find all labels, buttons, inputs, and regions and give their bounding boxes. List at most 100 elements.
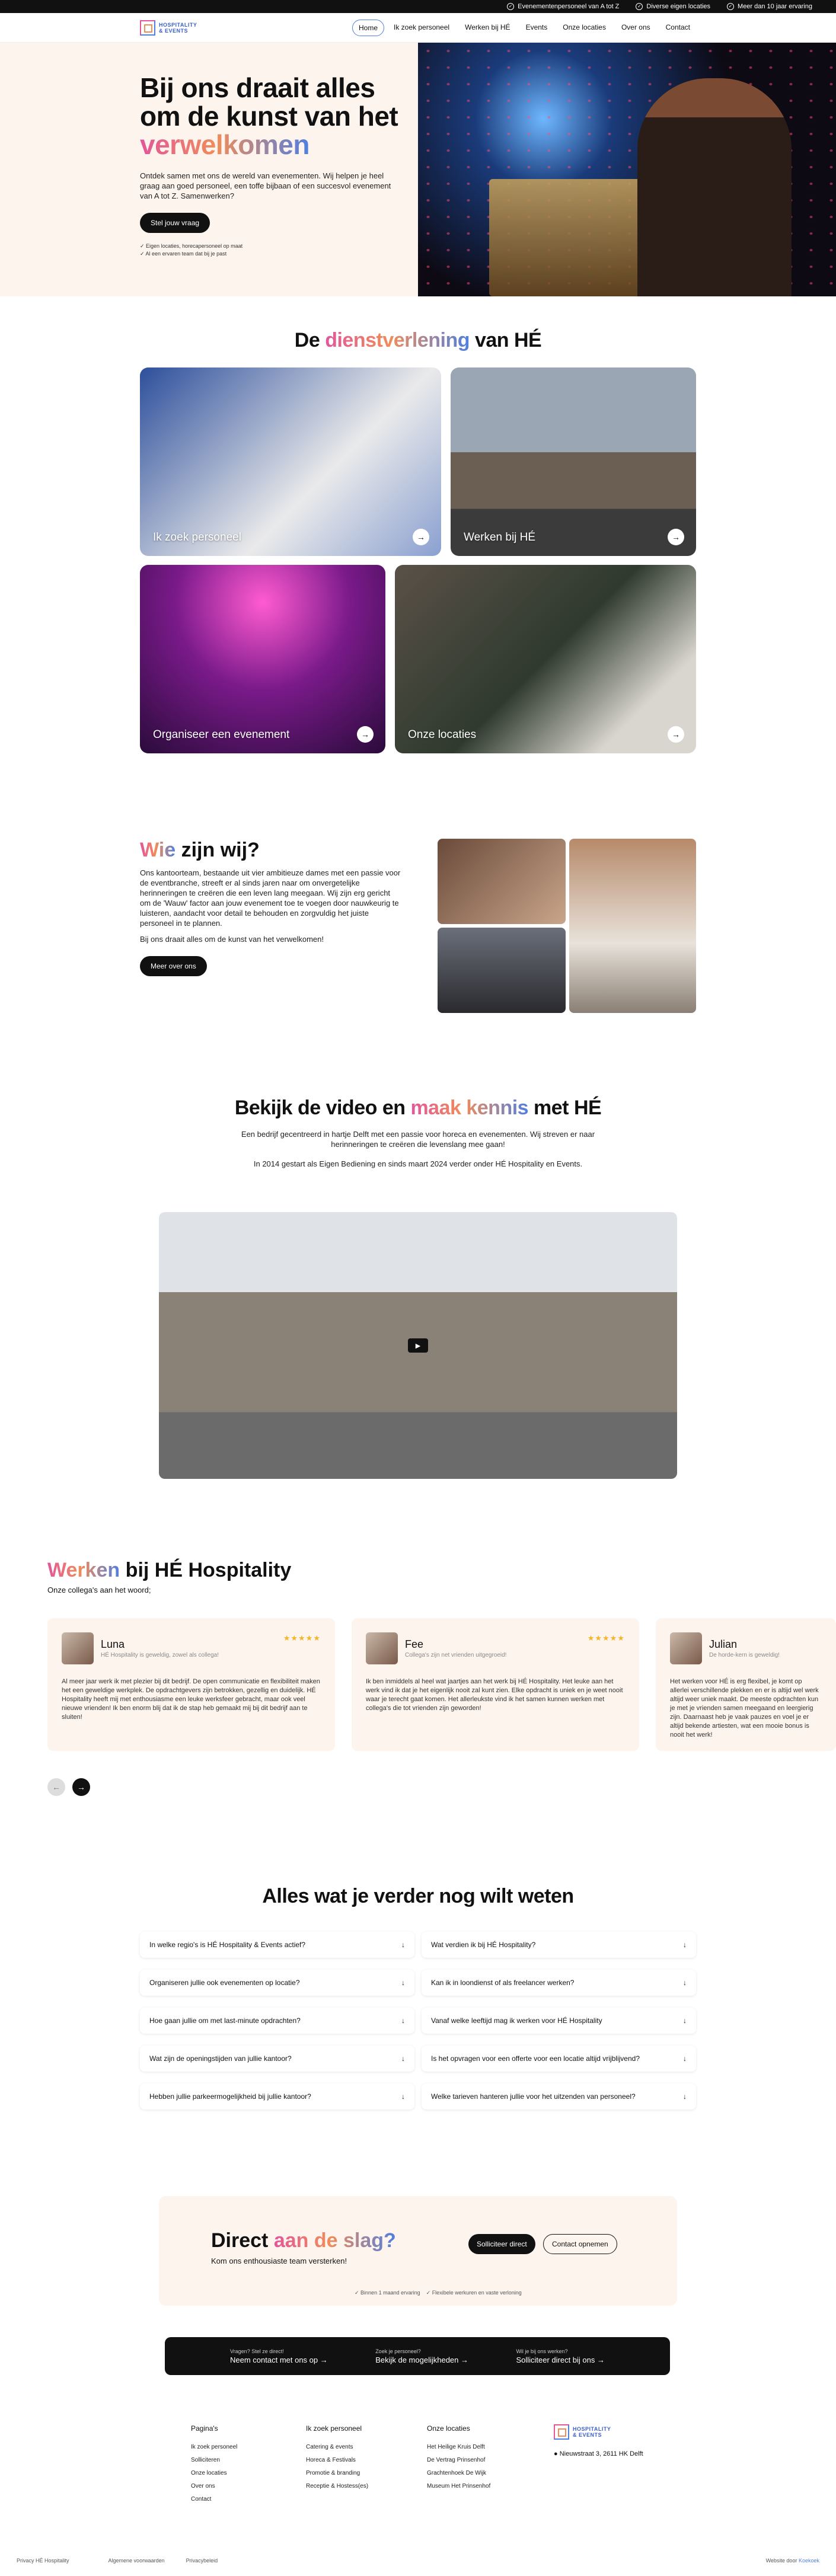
hero-photo-bartender	[418, 43, 836, 296]
nav-item-home[interactable]: Home	[352, 19, 385, 36]
video-player[interactable]: ▶	[159, 1212, 677, 1479]
copyright: Privacy HÉ Hospitality	[17, 2558, 69, 2564]
service-card-locaties[interactable]: Onze locaties →	[395, 565, 696, 753]
nav-item-werken-bij-he[interactable]: Werken bij HÉ	[459, 20, 516, 36]
chevron-down-icon: ↓	[401, 2092, 405, 2101]
play-icon[interactable]: ▶	[408, 1338, 428, 1353]
ask-question-button[interactable]: Stel jouw vraag	[140, 213, 210, 233]
main-nav: HOSPITALITY & EVENTS Home Ik zoek persone…	[0, 13, 836, 43]
chevron-down-icon: ↓	[401, 2016, 405, 2025]
contact-link[interactable]: Wil je bij ons werken? Solliciteer direct…	[516, 2348, 605, 2364]
testimonial-card: Julian De horde-kern is geweldig! Het wer…	[656, 1618, 836, 1751]
footer-brand: HOSPITALITY & EVENTS ● Nieuwstraat 3, 261…	[554, 2424, 643, 2506]
bottom-bar: Privacy HÉ Hospitality Algemene voorwaar…	[17, 2558, 819, 2564]
nav-item-over-ons[interactable]: Over ons	[615, 20, 656, 36]
about-text: Ons kantoorteam, bestaande uit vier ambi…	[140, 868, 401, 928]
faq-item[interactable]: In welke regio's is HÉ Hospitality & Eve…	[140, 1932, 414, 1958]
footer-link[interactable]: Onze locaties	[191, 2467, 268, 2480]
footer-link[interactable]: Solliciteren	[191, 2454, 268, 2467]
footer-link[interactable]: Catering & events	[306, 2441, 389, 2454]
usp-item: ✓ Evenementenpersoneel van A tot Z	[507, 3, 619, 10]
nav-item-events[interactable]: Events	[520, 20, 554, 36]
service-card-evenement[interactable]: Organiseer een evenement →	[140, 565, 385, 753]
contact-link[interactable]: Zoek je personeel? Bekijk de mogelijkhede…	[375, 2348, 468, 2364]
footer-link[interactable]: Over ons	[191, 2480, 268, 2493]
video-text: Een bedrijf gecentreerd in hartje Delft …	[241, 1130, 595, 1149]
footer-logo[interactable]: HOSPITALITY & EVENTS	[554, 2424, 643, 2440]
chevron-down-icon: ↓	[683, 1941, 687, 1949]
cta-subtitle: Kom ons enthousiaste team versterken!	[211, 2257, 347, 2265]
arrow-right-icon: →	[668, 529, 684, 545]
check-icon: ✓	[426, 2290, 432, 2296]
avatar	[366, 1632, 398, 1664]
footer-link[interactable]: Ik zoek personeel	[191, 2441, 268, 2454]
nav-menu: Home Ik zoek personeel Werken bij HÉ Eve…	[352, 19, 696, 36]
chevron-down-icon: ↓	[683, 2016, 687, 2025]
privacy-link[interactable]: Privacybeleid	[186, 2558, 218, 2564]
footer-link[interactable]: Horeca & Festivals	[306, 2454, 389, 2467]
carousel-next-icon[interactable]: →	[72, 1778, 90, 1796]
arrow-right-icon: →	[413, 529, 429, 545]
apply-now-button[interactable]: Solliciteer direct	[468, 2234, 535, 2254]
logo-mark-icon	[554, 2424, 569, 2440]
service-card-personeel[interactable]: Ik zoek personeel →	[140, 367, 441, 556]
faq-item[interactable]: Vanaf welke leeftijd mag ik werken voor …	[422, 2008, 696, 2034]
chevron-down-icon: ↓	[683, 2054, 687, 2063]
footer-link[interactable]: Het Heilige Kruis Delft	[427, 2441, 516, 2454]
check-icon: ✓	[140, 251, 146, 257]
usp-bar: ✓ Evenementenpersoneel van A tot Z ✓ Diver…	[0, 0, 836, 13]
faq-item[interactable]: Is het opvragen voor een offerte voor ee…	[422, 2046, 696, 2072]
services-title: De dienstverlening van HÉ	[294, 329, 542, 351]
footer-link[interactable]: De Vertrag Prinsenhof	[427, 2454, 516, 2467]
nav-item-contact[interactable]: Contact	[660, 20, 696, 36]
arrow-right-icon: →	[357, 726, 374, 743]
testimonials-section: Werken bij HÉ Hospitality Onze collega's…	[47, 1559, 836, 1754]
faq-item[interactable]: Organiseren jullie ook evenementen op lo…	[140, 1970, 414, 1996]
logo-line-1: HOSPITALITY	[159, 21, 197, 28]
faq-item[interactable]: Wat zijn de openingstijden van jullie ka…	[140, 2046, 414, 2072]
credit-link[interactable]: Koekoek	[799, 2558, 819, 2564]
footer-link[interactable]: Grachtenhoek De Wijk	[427, 2467, 516, 2480]
faq-item[interactable]: Hoe gaan jullie om met last-minute opdra…	[140, 2008, 414, 2034]
site-logo[interactable]: HOSPITALITY & EVENTS	[140, 20, 197, 36]
about-section: Wie zijn wij? Ons kantoorteam, bestaande…	[140, 839, 696, 1013]
about-text-2: Bij ons draait alles om de kunst van het…	[140, 935, 324, 944]
footer-link[interactable]: Museum Het Prinsenhof	[427, 2480, 516, 2493]
about-photo-2	[569, 839, 696, 1013]
faq-item[interactable]: Kan ik in loondienst of als freelancer w…	[422, 1970, 696, 1996]
faq-item[interactable]: Hebben jullie parkeermogelijkheid bij ju…	[140, 2083, 414, 2110]
video-section: Bekijk de video en maak kennis met HÉ Ee…	[0, 1097, 836, 1479]
terms-link[interactable]: Algemene voorwaarden	[109, 2558, 165, 2564]
carousel-prev-icon[interactable]: ←	[47, 1778, 65, 1796]
footer-address: Nieuwstraat 3, 2611 HK Delft	[559, 2450, 643, 2457]
usp-item: ✓ Meer dan 10 jaar ervaring	[727, 3, 812, 10]
nav-item-onze-locaties[interactable]: Onze locaties	[557, 20, 612, 36]
location-pin-icon: ●	[554, 2450, 560, 2457]
cta-title: Direct aan de slag?	[211, 2229, 396, 2252]
footer: Pagina's Ik zoek personeel Solliciteren …	[191, 2424, 665, 2506]
service-card-werken[interactable]: Werken bij HÉ →	[451, 367, 696, 556]
chevron-down-icon: ↓	[401, 1979, 405, 1987]
footer-col: Pagina's Ik zoek personeel Solliciteren …	[191, 2424, 268, 2506]
check-icon: ✓	[355, 2290, 361, 2296]
faq-list: In welke regio's is HÉ Hospitality & Eve…	[140, 1932, 696, 2110]
footer-col: Onze locaties Het Heilige Kruis Delft De…	[427, 2424, 516, 2506]
contact-link[interactable]: Vragen? Stel ze direct! Neem contact met …	[230, 2348, 328, 2364]
contact-button[interactable]: Contact opnemen	[543, 2234, 617, 2254]
cta-section: Direct aan de slag? Kom ons enthousiaste…	[159, 2196, 677, 2306]
logo-mark-icon	[140, 20, 155, 36]
star-rating: ★★★★★	[283, 1634, 321, 1642]
footer-link[interactable]: Contact	[191, 2493, 268, 2506]
testimonial-card: Luna HÉ Hospitality is geweldig, zowel al…	[47, 1618, 335, 1751]
more-about-us-button[interactable]: Meer over ons	[140, 956, 207, 976]
check-icon: ✓	[636, 3, 643, 10]
footer-link[interactable]: Promotie & branding	[306, 2467, 389, 2480]
chevron-down-icon: ↓	[401, 1941, 405, 1949]
faq-item[interactable]: Welke tarieven hanteren jullie voor het …	[422, 2083, 696, 2110]
services-section: De dienstverlening van HÉ Ik zoek person…	[0, 329, 836, 753]
footer-link[interactable]: Receptie & Hostess(es)	[306, 2480, 389, 2493]
chevron-down-icon: ↓	[401, 2054, 405, 2063]
nav-item-ik-zoek-personeel[interactable]: Ik zoek personeel	[388, 20, 455, 36]
avatar	[670, 1632, 702, 1664]
faq-item[interactable]: Wat verdien ik bij HÉ Hospitality? ↓	[422, 1932, 696, 1958]
